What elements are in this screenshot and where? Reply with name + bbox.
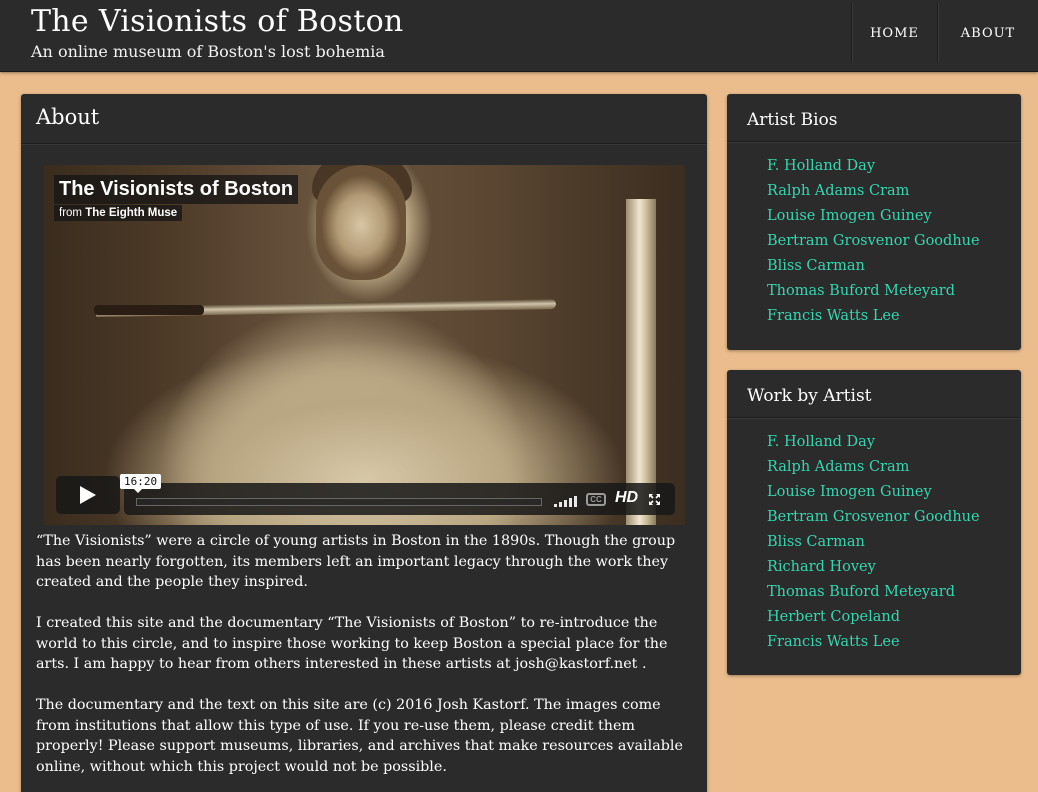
site-title[interactable]: The Visionists of Boston: [31, 4, 404, 39]
work-by-artist-header: Work by Artist: [727, 370, 1021, 418]
nav-about[interactable]: ABOUT: [937, 3, 1038, 63]
list-item: Ralph Adams Cram: [767, 181, 980, 206]
artist-work-link[interactable]: Herbert Copeland: [767, 609, 900, 625]
artist-work-link[interactable]: Thomas Buford Meteyard: [767, 584, 955, 600]
fullscreen-icon[interactable]: [648, 493, 661, 506]
video-frame-face: [316, 165, 406, 280]
main-nav: HOME ABOUT: [851, 3, 1038, 63]
video-channel-link[interactable]: The Eighth Muse: [85, 207, 177, 219]
video-byline-prefix: from: [59, 207, 82, 219]
artist-work-link[interactable]: Richard Hovey: [767, 559, 876, 575]
video-progress-bar[interactable]: [136, 498, 542, 506]
list-item: F. Holland Day: [767, 432, 980, 457]
list-item: Louise Imogen Guiney: [767, 206, 980, 231]
about-paragraph: “The Visionists” were a circle of young …: [36, 533, 676, 590]
site-subtitle: An online museum of Boston's lost bohemi…: [31, 42, 385, 61]
list-item: Bertram Grosvenor Goodhue: [767, 231, 980, 256]
volume-icon[interactable]: [554, 493, 580, 507]
artist-work-link[interactable]: Bertram Grosvenor Goodhue: [767, 509, 980, 525]
page-title: About: [36, 105, 100, 129]
list-item: F. Holland Day: [767, 156, 980, 181]
about-paragraph: I created this site and the documentary …: [36, 615, 668, 672]
list-item: Ralph Adams Cram: [767, 457, 980, 482]
artist-work-link[interactable]: Louise Imogen Guiney: [767, 484, 932, 500]
video-frame-pole: [626, 199, 656, 525]
artist-bio-link[interactable]: Louise Imogen Guiney: [767, 208, 932, 224]
video-frame-hilt: [94, 305, 204, 315]
list-item: Thomas Buford Meteyard: [767, 281, 980, 306]
video-title[interactable]: The Visionists of Boston: [54, 175, 299, 204]
hd-toggle-button[interactable]: HD: [615, 489, 638, 507]
artist-bios-header: Artist Bios: [727, 94, 1021, 142]
artist-bios-title: Artist Bios: [747, 110, 838, 130]
artist-work-link[interactable]: Bliss Carman: [767, 534, 865, 550]
artist-bio-link[interactable]: Bertram Grosvenor Goodhue: [767, 233, 980, 249]
work-by-artist-list: F. Holland Day Ralph Adams Cram Louise I…: [767, 432, 980, 657]
artist-bios-panel: Artist Bios F. Holland Day Ralph Adams C…: [727, 94, 1021, 350]
list-item: Louise Imogen Guiney: [767, 482, 980, 507]
closed-captions-button[interactable]: CC: [586, 493, 606, 506]
list-item: Herbert Copeland: [767, 607, 980, 632]
list-item: Bliss Carman: [767, 256, 980, 281]
about-panel-header: About: [21, 94, 707, 144]
work-by-artist-panel: Work by Artist F. Holland Day Ralph Adam…: [727, 370, 1021, 675]
about-panel: About The Visionists of Boston from The …: [21, 94, 707, 792]
list-item: Bliss Carman: [767, 532, 980, 557]
artist-work-link[interactable]: Francis Watts Lee: [767, 634, 900, 650]
play-button[interactable]: [56, 476, 120, 514]
play-icon: [80, 486, 96, 504]
list-item: Thomas Buford Meteyard: [767, 582, 980, 607]
video-byline: from The Eighth Muse: [54, 205, 183, 221]
nav-home[interactable]: HOME: [851, 3, 937, 63]
list-item: Francis Watts Lee: [767, 306, 980, 331]
video-controls: CC HD: [124, 483, 675, 515]
list-item: Bertram Grosvenor Goodhue: [767, 507, 980, 532]
video-duration: 16:20: [120, 474, 162, 493]
artist-bio-link[interactable]: F. Holland Day: [767, 158, 875, 174]
about-paragraph: The documentary and the text on this sit…: [36, 697, 683, 775]
artist-bio-link[interactable]: Ralph Adams Cram: [767, 183, 909, 199]
list-item: Richard Hovey: [767, 557, 980, 582]
list-item: Francis Watts Lee: [767, 632, 980, 657]
artist-bio-link[interactable]: Francis Watts Lee: [767, 308, 900, 324]
artist-bio-link[interactable]: Bliss Carman: [767, 258, 865, 274]
artist-bio-link[interactable]: Thomas Buford Meteyard: [767, 283, 955, 299]
artist-bios-list: F. Holland Day Ralph Adams Cram Louise I…: [767, 156, 980, 331]
site-header: The Visionists of Boston An online museu…: [0, 0, 1038, 72]
about-text: “The Visionists” were a circle of young …: [36, 531, 696, 792]
artist-work-link[interactable]: F. Holland Day: [767, 434, 875, 450]
artist-work-link[interactable]: Ralph Adams Cram: [767, 459, 909, 475]
video-player[interactable]: The Visionists of Boston from The Eighth…: [44, 165, 685, 525]
work-by-artist-title: Work by Artist: [747, 386, 872, 406]
